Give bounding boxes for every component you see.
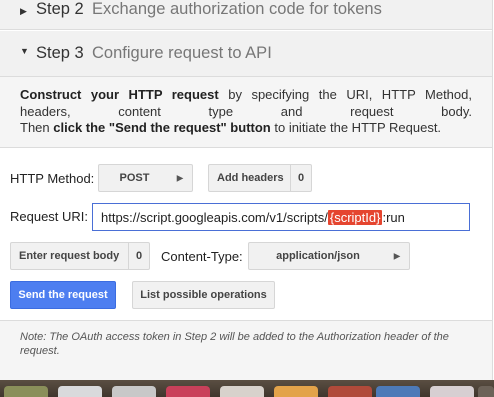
- app-icon-10[interactable]: [478, 386, 494, 397]
- expand-arrow-icon: ▶: [20, 6, 27, 16]
- collapse-arrow-icon: ▼: [20, 46, 29, 56]
- request-uri-label: Request URI:: [10, 209, 89, 224]
- step3-number: Step 3: [36, 44, 84, 62]
- enter-request-body-button[interactable]: Enter request body 0: [10, 242, 150, 270]
- instructions-bold-1: Construct your HTTP request: [20, 87, 219, 102]
- app-icon-5[interactable]: [220, 386, 264, 397]
- app-icon-6[interactable]: [274, 386, 318, 397]
- http-method-value: POST: [119, 172, 150, 184]
- instructions-then: Then: [20, 120, 50, 135]
- instructions-line: Construct your HTTP request by specifyin…: [20, 87, 472, 120]
- uri-script-id-token: {scriptId}: [327, 209, 383, 225]
- app-icon-2[interactable]: [58, 386, 102, 397]
- instructions-text-2: to initiate the HTTP Request.: [274, 120, 442, 135]
- content-type-value: application/json: [276, 250, 360, 262]
- instructions-bold-2: click the "Send the request" button: [53, 120, 271, 135]
- taskbar: [0, 380, 494, 397]
- uri-prefix: https://script.googleapis.com/v1/scripts…: [101, 209, 328, 225]
- instructions-line-2: Then click the "Send the request" button…: [20, 120, 472, 137]
- headers-count: 0: [290, 165, 311, 191]
- step2-number: Step 2: [36, 0, 84, 18]
- add-headers-label: Add headers: [217, 172, 284, 184]
- caret-right-icon: ▶: [393, 251, 400, 261]
- oauth-note: Note: The OAuth access token in Step 2 w…: [0, 320, 492, 380]
- app-icon-8[interactable]: [376, 386, 420, 397]
- request-body-count: 0: [128, 243, 149, 269]
- caret-right-icon: ▶: [176, 173, 183, 183]
- instructions-box: Construct your HTTP request by specifyin…: [0, 77, 492, 148]
- app-icon-7[interactable]: [328, 386, 372, 397]
- request-uri-input[interactable]: https://script.googleapis.com/v1/scripts…: [92, 203, 470, 231]
- oauth-playground-panel: ▶ Step 2 Exchange authorization code for…: [0, 0, 493, 380]
- app-icon-9[interactable]: [430, 386, 474, 397]
- list-operations-button[interactable]: List possible operations: [132, 281, 275, 309]
- send-request-button[interactable]: Send the request: [10, 281, 116, 309]
- step2-header[interactable]: ▶ Step 2 Exchange authorization code for…: [0, 0, 492, 30]
- step2-title: Exchange authorization code for tokens: [92, 0, 382, 18]
- uri-suffix: :run: [382, 209, 405, 225]
- http-method-label: HTTP Method:: [10, 171, 95, 186]
- request-body-label: Enter request body: [19, 250, 120, 262]
- step3-title: Configure request to API: [92, 44, 272, 62]
- app-icon-4[interactable]: [166, 386, 210, 397]
- step3-header[interactable]: ▼ Step 3 Configure request to API: [0, 31, 492, 77]
- content-type-select[interactable]: application/json ▶: [248, 242, 410, 270]
- http-method-select[interactable]: POST ▶: [98, 164, 193, 192]
- add-headers-button[interactable]: Add headers 0: [208, 164, 312, 192]
- app-icon-1[interactable]: [4, 386, 48, 397]
- app-icon-3[interactable]: [112, 386, 156, 397]
- content-type-label: Content-Type:: [161, 249, 243, 264]
